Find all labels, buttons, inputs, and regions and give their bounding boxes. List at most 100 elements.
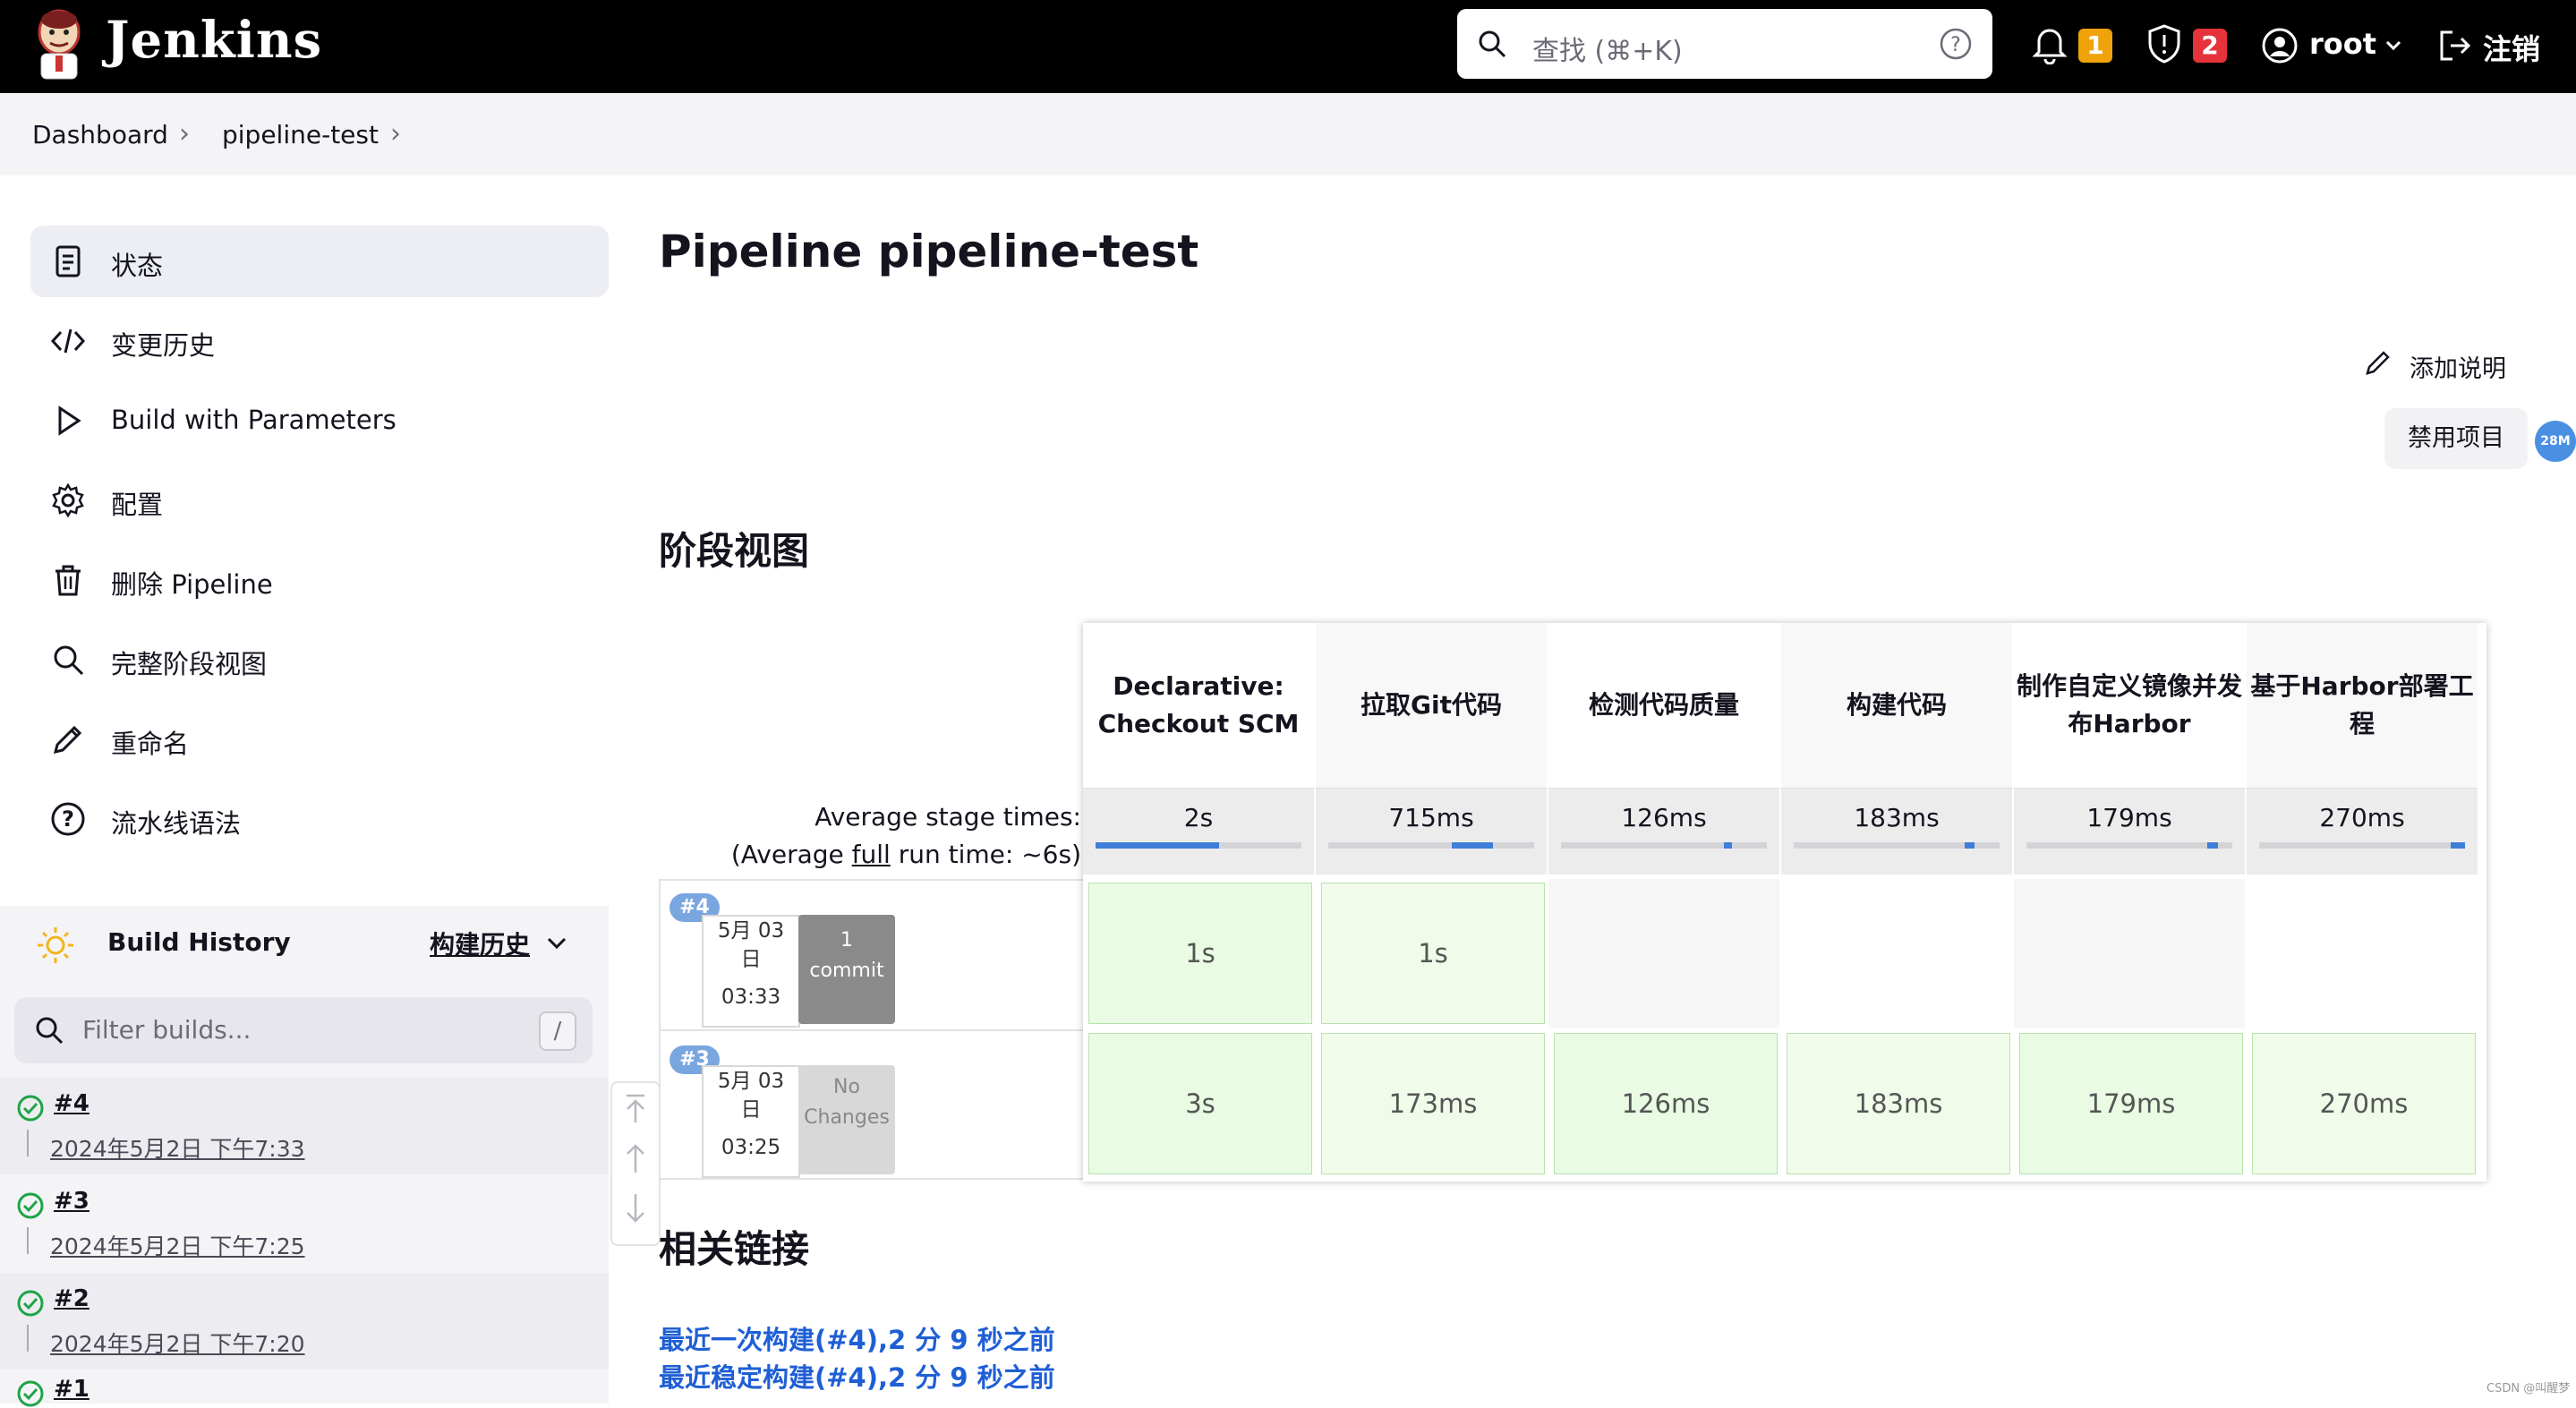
stage-cell[interactable]: 3s — [1088, 1033, 1312, 1174]
add-description-button[interactable]: 添加说明 — [2363, 346, 2506, 383]
build-history-title: Build History — [107, 927, 291, 957]
task-pipeline-syntax[interactable]: ? 流水线语法 — [30, 783, 609, 855]
run-changes-l1: No — [833, 1076, 860, 1098]
build-history-link[interactable]: 构建历史 — [430, 926, 530, 961]
build-number-link[interactable]: #4 — [54, 1090, 90, 1117]
breadcrumb: Dashboard › pipeline-test › — [0, 93, 2576, 175]
notifications-badge: 1 — [2078, 29, 2112, 63]
stage-cell[interactable]: 173ms — [1321, 1033, 1545, 1174]
breadcrumb-job[interactable]: pipeline-test — [222, 120, 379, 149]
stage-header: 基于Harbor部署工程 — [2247, 623, 2478, 788]
full-run-link[interactable]: full — [852, 840, 891, 869]
task-configure[interactable]: 配置 — [30, 465, 609, 536]
stage-average-bar — [1794, 842, 2000, 849]
build-date-link[interactable]: 2024年5月2日 下午7:25 — [50, 1229, 305, 1261]
memory-badge[interactable]: 28M — [2535, 421, 2576, 462]
user-name[interactable]: root — [2309, 27, 2376, 61]
search-icon — [34, 1015, 64, 1045]
watermark: CSDN @叫醒梦 — [2486, 1382, 2571, 1395]
task-full-stage-view[interactable]: 完整阶段视图 — [30, 624, 609, 695]
run-changes-l2: Changes — [804, 1106, 890, 1129]
search-box[interactable]: 查找 (⌘+K) ? — [1457, 9, 1992, 79]
gear-icon — [50, 482, 86, 518]
task-changes[interactable]: 变更历史 — [30, 305, 609, 377]
stage-view-table: Declarative: Checkout SCM 拉取Git代码 检测代码质量… — [1083, 623, 2486, 1182]
stage-average-time: 715ms — [1388, 803, 1474, 832]
document-icon — [50, 243, 86, 279]
disable-project-button[interactable]: 禁用项目 — [2384, 408, 2528, 469]
build-row[interactable]: #3 2024年5月2日 下午7:25 — [0, 1175, 609, 1272]
chevron-right-icon[interactable]: › — [179, 118, 190, 149]
stage-cell[interactable]: 1s — [1088, 883, 1312, 1024]
jenkins-brand[interactable]: Jenkins — [106, 11, 322, 70]
help-icon[interactable]: ? — [1939, 27, 1973, 61]
success-icon — [17, 1380, 44, 1407]
run-changes-l2: commit — [809, 960, 884, 982]
stage-cell[interactable]: 183ms — [1787, 1033, 2010, 1174]
pencil-icon — [50, 721, 86, 757]
row-divider — [659, 881, 661, 1180]
stage-average-time: 270ms — [2319, 803, 2405, 832]
security-button[interactable]: 2 — [2146, 20, 2232, 70]
task-rename[interactable]: 重命名 — [30, 704, 609, 775]
build-date-link[interactable]: 2024年5月2日 下午7:20 — [50, 1327, 305, 1359]
build-row[interactable]: #2 2024年5月2日 下午7:20 — [0, 1273, 609, 1370]
run-changes[interactable]: No Changes — [798, 1065, 895, 1174]
stage-average: 715ms — [1316, 788, 1547, 875]
logout-label[interactable]: 注销 — [2483, 27, 2540, 68]
stage-cell-empty — [1781, 879, 2012, 1028]
stage-header: 检测代码质量 — [1548, 623, 1779, 788]
stage-header: 制作自定义镜像并发布Harbor — [2014, 623, 2245, 788]
chevron-right-icon[interactable]: › — [390, 118, 401, 149]
add-description-label: 添加说明 — [2410, 355, 2506, 383]
bell-icon — [2032, 29, 2068, 64]
scroll-down-icon[interactable] — [612, 1183, 659, 1233]
breadcrumb-dashboard[interactable]: Dashboard — [32, 120, 168, 149]
search-icon — [50, 642, 86, 678]
chevron-down-icon[interactable] — [546, 936, 567, 951]
svg-text:?: ? — [1950, 34, 1961, 56]
shield-icon — [2148, 24, 2180, 64]
task-delete-pipeline[interactable]: 删除 Pipeline — [30, 544, 609, 616]
trash-icon — [50, 562, 86, 598]
build-row[interactable]: #1 — [0, 1370, 609, 1407]
scroll-top-icon[interactable] — [612, 1083, 659, 1133]
build-row[interactable]: #4 2024年5月2日 下午7:33 — [0, 1078, 609, 1174]
notifications-button[interactable]: 1 — [2032, 20, 2112, 70]
build-date-link[interactable]: 2024年5月2日 下午7:33 — [50, 1131, 305, 1164]
run-date-day: 日 — [740, 948, 762, 971]
stage-cell[interactable]: 126ms — [1554, 1033, 1778, 1174]
stage-cell[interactable]: 1s — [1321, 883, 1545, 1024]
filter-placeholder[interactable]: Filter builds... — [82, 1015, 251, 1045]
stage-view-heading: 阶段视图 — [659, 529, 810, 573]
stage-cell[interactable]: 179ms — [2019, 1033, 2243, 1174]
user-icon — [2262, 28, 2298, 64]
run-time: 03:25 — [721, 1136, 781, 1159]
run-changes[interactable]: 1 commit — [798, 915, 895, 1024]
help-icon: ? — [50, 801, 86, 837]
scroll-up-icon[interactable] — [612, 1133, 659, 1183]
task-label: 配置 — [111, 490, 164, 520]
keyboard-shortcut-hint: / — [539, 1011, 576, 1051]
task-status[interactable]: 状态 — [30, 226, 609, 297]
stage-cell[interactable]: 270ms — [2252, 1033, 2476, 1174]
build-number-link[interactable]: #1 — [54, 1376, 90, 1403]
task-build-with-parameters[interactable]: Build with Parameters — [30, 385, 609, 457]
run-changes-l1: 1 — [840, 929, 853, 951]
user-menu[interactable]: root — [2261, 20, 2413, 70]
stage-average-bar — [1096, 842, 1301, 849]
last-build-link[interactable]: 最近一次构建(#4),2 分 9 秒之前 — [659, 1319, 1055, 1357]
stage-average-fill — [2207, 842, 2218, 849]
search-placeholder[interactable]: 查找 (⌘+K) — [1532, 29, 1683, 68]
build-number-link[interactable]: #2 — [54, 1285, 90, 1312]
stage-average-bar — [1328, 842, 1534, 849]
last-stable-build-link[interactable]: 最近稳定构建(#4),2 分 9 秒之前 — [659, 1357, 1055, 1395]
logout-button[interactable]: 注销 — [2436, 20, 2553, 70]
avg-run-prefix: (Average — [730, 840, 852, 869]
success-icon — [17, 1192, 44, 1219]
run-date-day: 日 — [740, 1098, 762, 1122]
play-icon — [50, 403, 86, 439]
build-number-link[interactable]: #3 — [54, 1188, 90, 1215]
filter-builds-input[interactable]: Filter builds... / — [14, 997, 593, 1063]
jenkins-logo-icon[interactable] — [30, 9, 88, 81]
